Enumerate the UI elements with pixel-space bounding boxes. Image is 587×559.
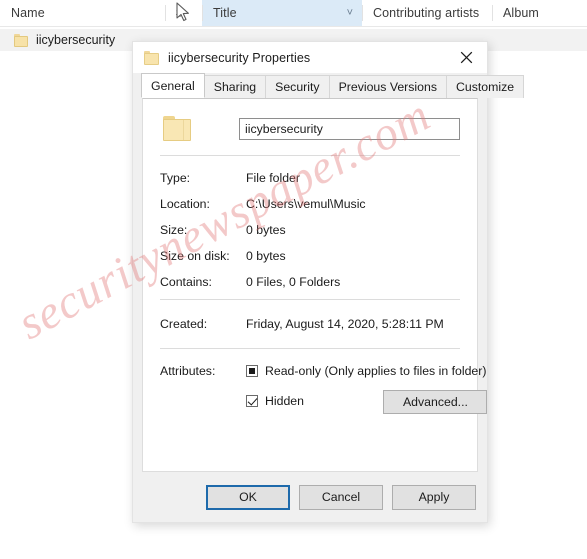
cancel-button[interactable]: Cancel [299, 484, 383, 510]
info-label-created: Created: [160, 317, 208, 331]
advanced-button[interactable]: Advanced... [383, 390, 488, 414]
attributes-block: Attributes: Read-only (Only applies to f… [160, 349, 488, 422]
info-label-contains: Contains: [160, 275, 212, 289]
tab-general[interactable]: General [141, 73, 205, 98]
column-header-name-label: Name [11, 6, 45, 20]
column-header-album[interactable]: Album [492, 0, 587, 26]
readonly-checkbox[interactable] [246, 365, 258, 377]
list-item-name: iicybersecurity [36, 33, 116, 47]
info-row-contains: Contains: 0 Files, 0 Folders [160, 269, 460, 295]
dialog-footer: OK Cancel Apply [133, 472, 487, 522]
folder-icon [144, 50, 159, 65]
info-row-type: Type: File folder [160, 165, 460, 191]
column-header-contributing-artists-label: Contributing artists [373, 6, 480, 20]
folder-name-row [160, 99, 460, 155]
attributes-label: Attributes: [160, 364, 216, 378]
info-value-location: C:\Users\vemul\Music [246, 197, 366, 211]
info-label-size: Size: [160, 223, 188, 237]
info-value-created: Friday, August 14, 2020, 5:28:11 PM [246, 317, 444, 331]
column-header-contributing-artists[interactable]: Contributing artists [362, 0, 492, 26]
hidden-checkbox-row[interactable]: Hidden Advanced... [246, 390, 488, 414]
info-row-location: Location: C:\Users\vemul\Music [160, 191, 460, 217]
info-row-size: Size: 0 bytes [160, 217, 460, 243]
ok-button[interactable]: OK [206, 484, 290, 510]
hidden-checkbox[interactable] [246, 395, 258, 407]
readonly-checkbox-row[interactable]: Read-only (Only applies to files in fold… [246, 362, 486, 380]
column-header-title[interactable]: Title ˅ [202, 0, 362, 26]
info-value-size: 0 bytes [246, 223, 286, 237]
column-header-album-label: Album [503, 6, 539, 20]
info-value-type: File folder [246, 171, 300, 185]
folder-properties-dialog: iicybersecurity Properties General Shari… [132, 41, 525, 523]
list-item-content: iicybersecurity [0, 29, 115, 51]
info-label-size-on-disk: Size on disk: [160, 249, 230, 263]
info-row-created: Created: Friday, August 14, 2020, 5:28:1… [160, 311, 460, 337]
attributes-controls: Read-only (Only applies to files in fold… [246, 362, 488, 422]
folder-icon-large [163, 116, 192, 142]
attributes-row: Attributes: Read-only (Only applies to f… [160, 362, 488, 422]
info-value-size-on-disk: 0 bytes [246, 249, 286, 263]
tab-previous-versions[interactable]: Previous Versions [328, 75, 447, 98]
column-header-number-label: # [176, 6, 184, 20]
info-label-type: Type: [160, 171, 191, 185]
tab-sharing[interactable]: Sharing [203, 75, 267, 98]
folder-icon [14, 33, 28, 47]
folder-name-input[interactable] [239, 118, 460, 140]
created-block: Created: Friday, August 14, 2020, 5:28:1… [160, 300, 460, 348]
column-header-number[interactable]: # [165, 0, 202, 26]
dialog-tab-strip: General Sharing Security Previous Versio… [133, 73, 525, 98]
chevron-down-icon: ˅ [346, 6, 353, 19]
hidden-checkbox-label: Hidden [265, 394, 304, 408]
column-header-divider [0, 26, 587, 27]
info-value-contains: 0 Files, 0 Folders [246, 275, 341, 289]
tab-security[interactable]: Security [265, 75, 330, 98]
explorer-column-header: Name # Title ˅ Contributing artists Albu… [0, 0, 587, 26]
tab-customize[interactable]: Customize [446, 75, 525, 98]
readonly-checkbox-label: Read-only (Only applies to files in fold… [265, 364, 487, 378]
close-icon[interactable] [445, 42, 487, 73]
folder-info-block: Type: File folder Location: C:\Users\vem… [160, 156, 460, 299]
column-header-name[interactable]: Name [0, 0, 165, 26]
info-row-size-on-disk: Size on disk: 0 bytes [160, 243, 460, 269]
dialog-title: iicybersecurity Properties [168, 50, 311, 65]
apply-button[interactable]: Apply [392, 484, 476, 510]
info-label-location: Location: [160, 197, 210, 211]
column-header-title-label: Title [213, 6, 237, 20]
close-icon-glyph [460, 51, 472, 64]
dialog-title-bar[interactable]: iicybersecurity Properties [133, 42, 487, 73]
general-tab-panel: Type: File folder Location: C:\Users\vem… [142, 98, 488, 472]
